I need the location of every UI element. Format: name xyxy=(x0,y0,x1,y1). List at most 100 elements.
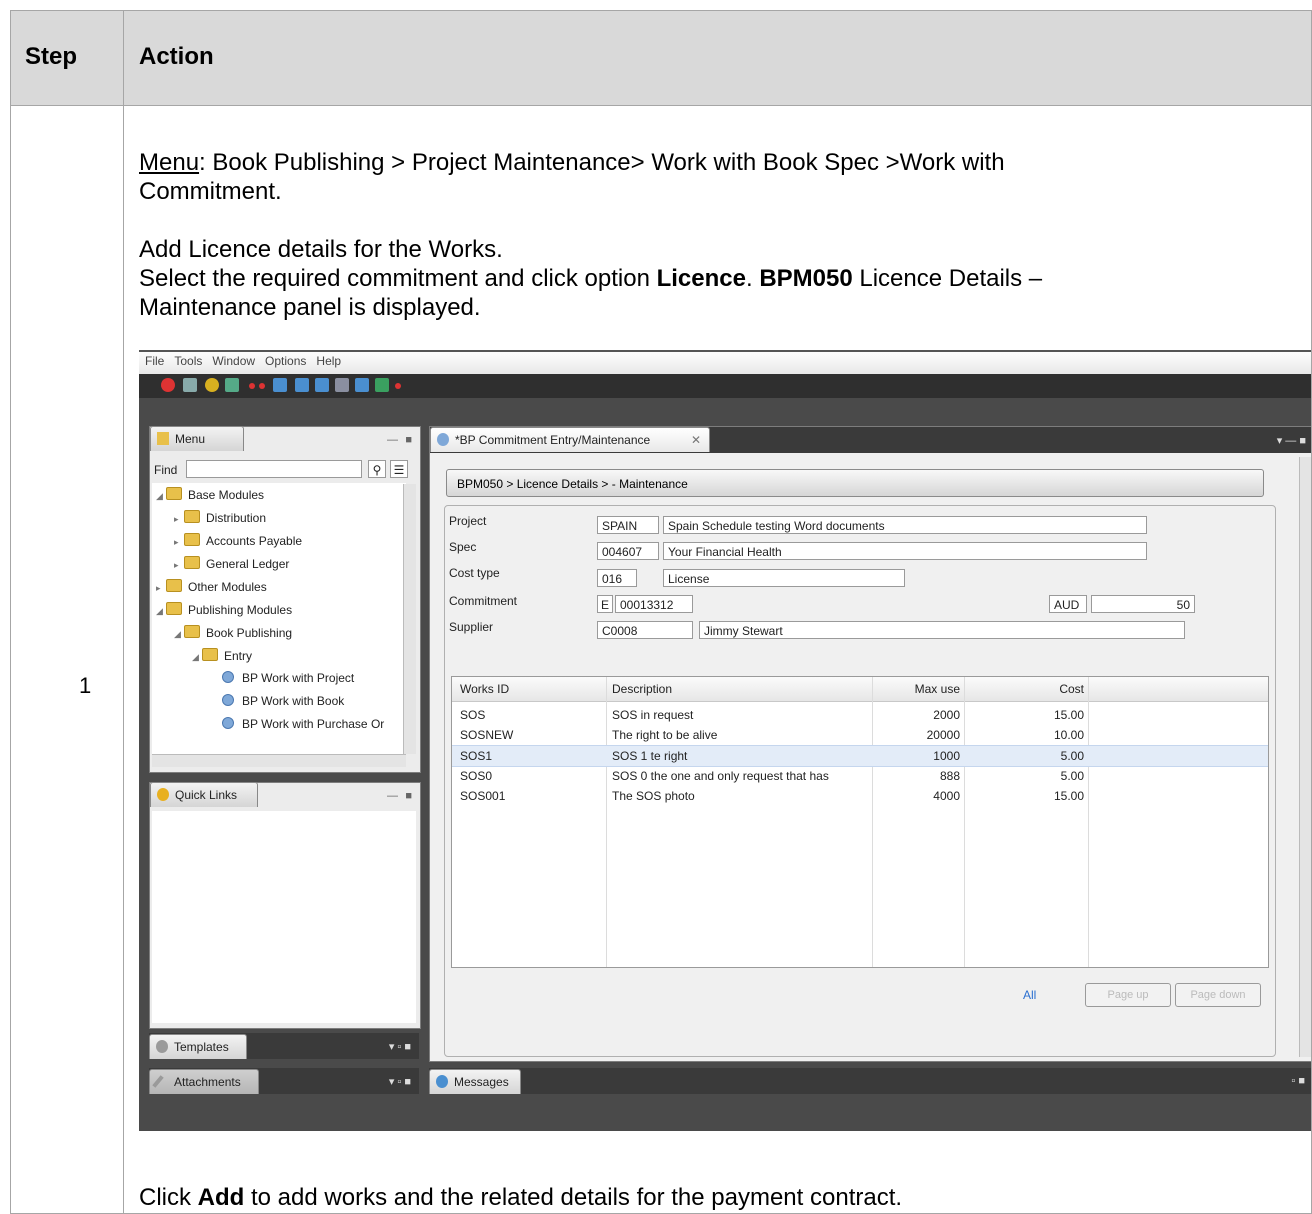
document-icon[interactable] xyxy=(273,378,287,392)
footer-text-2: to add works and the related details for… xyxy=(244,1184,903,1211)
minimize-icon[interactable]: — xyxy=(387,790,398,802)
page-up-button[interactable]: Page up xyxy=(1085,983,1171,1007)
column-divider xyxy=(123,11,124,1213)
cell-max-use: 888 xyxy=(939,769,960,783)
check-icon[interactable] xyxy=(375,378,389,392)
red-dot-icon[interactable] xyxy=(249,383,255,389)
procedure-table: Step Action 1 Menu: Book Publishing > Pr… xyxy=(10,10,1312,1214)
horizontal-scrollbar[interactable] xyxy=(152,754,406,767)
tree-accounts-payable[interactable]: ▸ Accounts Payable xyxy=(174,533,302,548)
tab-quick-links[interactable]: Quick Links xyxy=(150,782,258,807)
tree-bp-work-with-book[interactable]: BP Work with Book xyxy=(222,694,344,708)
menu-options[interactable]: Options xyxy=(265,354,306,368)
commitment-label: Commitment xyxy=(449,594,518,608)
document-icon[interactable] xyxy=(315,378,329,392)
print-icon[interactable] xyxy=(183,378,197,392)
tree-distribution[interactable]: ▸ Distribution xyxy=(174,510,266,525)
menu-tree: ◢ Base Modules ▸ Distribution ▸ Accounts Pa… xyxy=(152,483,406,767)
tree-entry[interactable]: ◢ Entry xyxy=(192,648,252,663)
panel-controls-icon[interactable]: ▾ ▫ ■ xyxy=(389,1040,411,1053)
find-label: Find xyxy=(154,463,178,477)
info-icon xyxy=(436,1075,448,1088)
red-dot-icon[interactable] xyxy=(395,383,401,389)
project-code-field[interactable]: SPAIN xyxy=(597,516,659,534)
tab-messages[interactable]: Messages xyxy=(429,1069,521,1094)
menu-file[interactable]: File xyxy=(145,354,164,368)
close-icon[interactable]: ✕ xyxy=(691,428,701,452)
col-description[interactable]: Description xyxy=(612,677,672,701)
panel-controls-icon[interactable]: ▾ ▫ ■ xyxy=(389,1075,411,1088)
tab-commitment-entry[interactable]: *BP Commitment Entry/Maintenance ✕ xyxy=(430,427,710,452)
col-max-use[interactable]: Max use xyxy=(872,677,960,701)
tree-bp-work-with-project[interactable]: BP Work with Project xyxy=(222,671,354,685)
col-works-id[interactable]: Works ID xyxy=(460,677,509,701)
tab-attachments[interactable]: Attachments xyxy=(149,1069,259,1094)
document-icon[interactable] xyxy=(355,378,369,392)
project-desc-field: Spain Schedule testing Word documents xyxy=(663,516,1147,534)
tree-bp-work-with-purchase[interactable]: BP Work with Purchase Or xyxy=(222,717,384,731)
vertical-scrollbar[interactable] xyxy=(403,484,416,754)
power-icon[interactable] xyxy=(161,378,175,392)
spec-code-field[interactable]: 004607 xyxy=(597,542,659,560)
editor-scrollbar[interactable] xyxy=(1299,457,1311,1057)
tree-book-publishing[interactable]: ◢ Book Publishing xyxy=(174,625,292,640)
find-input[interactable] xyxy=(186,460,362,478)
panel-controls-icon[interactable]: ▾ — ■ xyxy=(1277,434,1306,447)
tree-general-ledger[interactable]: ▸ General Ledger xyxy=(174,556,289,571)
supplier-code-field[interactable]: C0008 xyxy=(597,621,693,639)
menu-tools[interactable]: Tools xyxy=(174,354,202,368)
currency-field: AUD xyxy=(1049,595,1087,613)
table-row[interactable]: SOSNEW The right to be alive 20000 10.00 xyxy=(452,725,1268,745)
select-text-1: Select the required commitment and click… xyxy=(139,265,657,292)
templates-panel: Templates ▾ ▫ ■ xyxy=(149,1033,419,1059)
program-icon xyxy=(222,671,234,683)
cell-works-id: SOSNEW xyxy=(460,728,514,742)
folder-icon xyxy=(184,510,200,523)
table-row[interactable]: SOS001 The SOS photo 4000 15.00 xyxy=(452,786,1268,806)
maximize-icon[interactable]: ■ xyxy=(405,790,412,802)
supplier-name-field: Jimmy Stewart xyxy=(699,621,1185,639)
document-icon[interactable] xyxy=(295,378,309,392)
minimize-icon[interactable]: — xyxy=(387,434,398,446)
maximize-icon[interactable]: ■ xyxy=(405,434,412,446)
folder-icon xyxy=(184,625,200,638)
tree-other-modules[interactable]: ▸ Other Modules xyxy=(156,579,267,594)
list-icon[interactable]: ☰ xyxy=(390,460,408,478)
header-action: Action xyxy=(139,43,214,70)
all-link[interactable]: All xyxy=(1023,988,1036,1002)
panel-controls-icon[interactable]: ▫ ■ xyxy=(1291,1075,1305,1087)
table-row[interactable]: SOS SOS in request 2000 15.00 xyxy=(452,705,1268,725)
table-row[interactable]: SOS0 SOS 0 the one and only request that… xyxy=(452,766,1268,786)
page-down-button[interactable]: Page down xyxy=(1175,983,1261,1007)
tree-publishing-modules[interactable]: ◢ Publishing Modules xyxy=(156,602,292,617)
cell-works-id: SOS0 xyxy=(460,769,493,783)
export-icon[interactable] xyxy=(225,378,239,392)
gear-icon xyxy=(156,1040,168,1053)
select-text-3: Licence Details – xyxy=(852,265,1043,292)
paperclip-icon xyxy=(152,1075,164,1088)
program-icon xyxy=(222,717,234,729)
menu-help[interactable]: Help xyxy=(316,354,341,368)
cell-works-id: SOS001 xyxy=(460,789,506,803)
tab-templates[interactable]: Templates xyxy=(149,1034,247,1059)
grid-header xyxy=(452,677,1268,702)
cost-type-code-field[interactable]: 016 xyxy=(597,569,637,587)
amount-field: 50 xyxy=(1091,595,1195,613)
table-row-selected[interactable]: SOS1 SOS 1 te right 1000 5.00 xyxy=(452,745,1268,767)
tree-base-modules[interactable]: ◢ Base Modules xyxy=(156,487,264,502)
red-dot-icon[interactable] xyxy=(259,383,265,389)
tab-quick-links-label: Quick Links xyxy=(175,788,238,802)
tab-attachments-label: Attachments xyxy=(174,1075,241,1089)
spec-desc-field: Your Financial Health xyxy=(663,542,1147,560)
col-cost[interactable]: Cost xyxy=(964,677,1084,701)
project-label: Project xyxy=(449,514,487,528)
user-icon[interactable] xyxy=(335,378,349,392)
binoculars-icon[interactable]: ⚲ xyxy=(368,460,386,478)
editor-panel: *BP Commitment Entry/Maintenance ✕ ▾ — ■… xyxy=(429,426,1311,1062)
supplier-label: Supplier xyxy=(449,620,494,634)
menu-path-cont: Commitment. xyxy=(139,178,282,205)
refresh-icon[interactable] xyxy=(205,378,219,392)
works-grid: Works ID Description Max use Cost SOS SO… xyxy=(451,676,1269,968)
tab-menu[interactable]: Menu xyxy=(150,426,244,451)
menu-window[interactable]: Window xyxy=(212,354,255,368)
